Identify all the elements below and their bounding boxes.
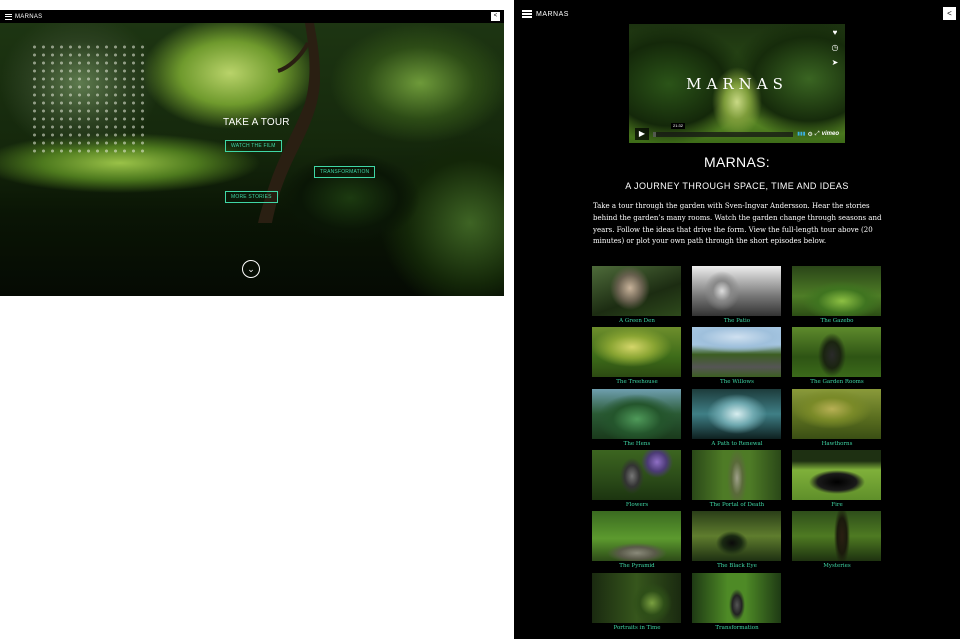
episode-thumbnail[interactable]: [692, 572, 781, 623]
video-progress-bar[interactable]: 21:32: [653, 122, 794, 137]
settings-icon[interactable]: ⚙: [807, 131, 812, 138]
episode-card[interactable]: Fire: [792, 449, 882, 508]
episode-card[interactable]: The Patio: [692, 266, 782, 324]
episode-caption[interactable]: The Portal of Death: [692, 502, 782, 508]
episode-caption[interactable]: Transformation: [692, 625, 782, 631]
episode-thumbnail[interactable]: [592, 511, 681, 562]
episode-caption[interactable]: A Green Den: [592, 318, 682, 324]
episode-card[interactable]: The Pyramid: [592, 511, 682, 569]
episode-thumbnail[interactable]: [792, 327, 881, 378]
video-title: MARNAS: [686, 75, 788, 93]
episode-thumbnail[interactable]: [792, 266, 881, 316]
menu-icon[interactable]: [5, 13, 12, 20]
episode-thumbnail[interactable]: [592, 449, 681, 500]
episode-card[interactable]: Mysteries: [792, 511, 882, 569]
left-panel: MARNAS < TAKE A TOUR WATCH THE FILM TRAN…: [0, 10, 504, 296]
episode-caption[interactable]: The Willows: [692, 379, 782, 385]
menu-icon[interactable]: [522, 10, 532, 18]
share-icon[interactable]: <: [491, 12, 500, 21]
episode-card[interactable]: Flowers: [592, 449, 682, 508]
episode-thumbnail[interactable]: [692, 511, 781, 562]
episode-thumbnail[interactable]: [692, 266, 781, 316]
chevron-down-icon[interactable]: ⌄: [242, 260, 260, 278]
tour-heading: TAKE A TOUR: [223, 117, 290, 128]
episode-card[interactable]: The Portal of Death: [692, 449, 782, 508]
episode-caption[interactable]: Mysteries: [792, 563, 882, 569]
episode-card[interactable]: A Path to Renewal: [692, 388, 782, 447]
episode-card[interactable]: The Treehouse: [592, 327, 682, 385]
hero-image: TAKE A TOUR WATCH THE FILM TRANSFORMATIO…: [0, 23, 504, 296]
episode-caption[interactable]: A Path to Renewal: [692, 441, 782, 447]
tour-button-transformation[interactable]: TRANSFORMATION: [314, 166, 376, 178]
video-controls: ▶ 21:32 ▮▮▮ ⚙ ⤢ vimeo: [635, 122, 839, 140]
episode-card[interactable]: The Gazebo: [792, 266, 882, 324]
vimeo-logo[interactable]: vimeo: [822, 131, 839, 137]
episode-caption[interactable]: Fire: [792, 502, 882, 508]
clock-icon[interactable]: ◷: [830, 43, 840, 52]
episode-thumbnail[interactable]: [592, 388, 681, 439]
video-progress-fill: [653, 131, 656, 137]
share-icon[interactable]: <: [943, 7, 956, 20]
right-panel: MARNAS < MARNAS ♥ ◷ ➤ ▶ 21:32 ▮▮▮ ⚙ ⤢ vi…: [514, 0, 960, 639]
episode-caption[interactable]: The Patio: [692, 318, 782, 324]
episode-caption[interactable]: The Hens: [592, 441, 682, 447]
episode-card[interactable]: Hawthorns: [792, 388, 882, 447]
episode-caption[interactable]: The Gazebo: [792, 318, 882, 324]
intro-text: Take a tour through the garden with Sven…: [593, 202, 882, 246]
episode-caption[interactable]: The Treehouse: [592, 379, 682, 385]
episode-card[interactable]: A Green Den: [592, 266, 682, 324]
episode-thumbnail[interactable]: [592, 572, 681, 623]
episode-thumbnail[interactable]: [792, 388, 881, 439]
episode-thumbnail[interactable]: [692, 388, 781, 439]
episode-caption[interactable]: Hawthorns: [792, 441, 882, 447]
episode-thumbnail[interactable]: [692, 327, 781, 378]
episode-thumbnail[interactable]: [792, 449, 881, 500]
episode-thumbnail[interactable]: [692, 449, 781, 500]
page-subtitle: A JOURNEY THROUGH SPACE, TIME AND IDEAS: [625, 181, 849, 191]
fullscreen-icon[interactable]: ⤢: [815, 131, 820, 138]
episode-caption[interactable]: Portraits in Time: [592, 625, 682, 631]
episode-card[interactable]: The Willows: [692, 327, 782, 385]
video-timecode: 21:32: [671, 122, 686, 129]
episode-card[interactable]: The Hens: [592, 388, 682, 447]
video-player[interactable]: MARNAS ♥ ◷ ➤ ▶ 21:32 ▮▮▮ ⚙ ⤢ vimeo: [629, 24, 845, 143]
tour-button-more-stories[interactable]: MORE STORIES: [225, 191, 278, 203]
page-title: MARNAS:: [704, 154, 770, 170]
episode-thumbnail[interactable]: [792, 511, 881, 562]
site-brand[interactable]: MARNAS: [15, 14, 42, 20]
site-brand[interactable]: MARNAS: [536, 11, 569, 18]
episode-thumbnail[interactable]: [592, 327, 681, 378]
episode-card[interactable]: The Garden Rooms: [792, 327, 882, 385]
episode-card[interactable]: Transformation: [692, 572, 782, 631]
heart-icon[interactable]: ♥: [830, 28, 840, 37]
episode-caption[interactable]: The Garden Rooms: [792, 379, 882, 385]
tour-button-watch-film[interactable]: WATCH THE FILM: [225, 140, 282, 152]
volume-icon[interactable]: ▮▮▮: [797, 131, 805, 137]
episode-caption[interactable]: Flowers: [592, 502, 682, 508]
play-icon[interactable]: ▶: [635, 128, 649, 140]
hero-flowers: [30, 43, 150, 153]
episode-card[interactable]: The Black Eye: [692, 511, 782, 569]
episode-card[interactable]: Portraits in Time: [592, 572, 682, 631]
episode-thumbnail[interactable]: [592, 266, 681, 316]
send-icon[interactable]: ➤: [830, 58, 840, 67]
episode-caption[interactable]: The Black Eye: [692, 563, 782, 569]
episode-caption[interactable]: The Pyramid: [592, 563, 682, 569]
top-bar: MARNAS <: [0, 10, 504, 23]
